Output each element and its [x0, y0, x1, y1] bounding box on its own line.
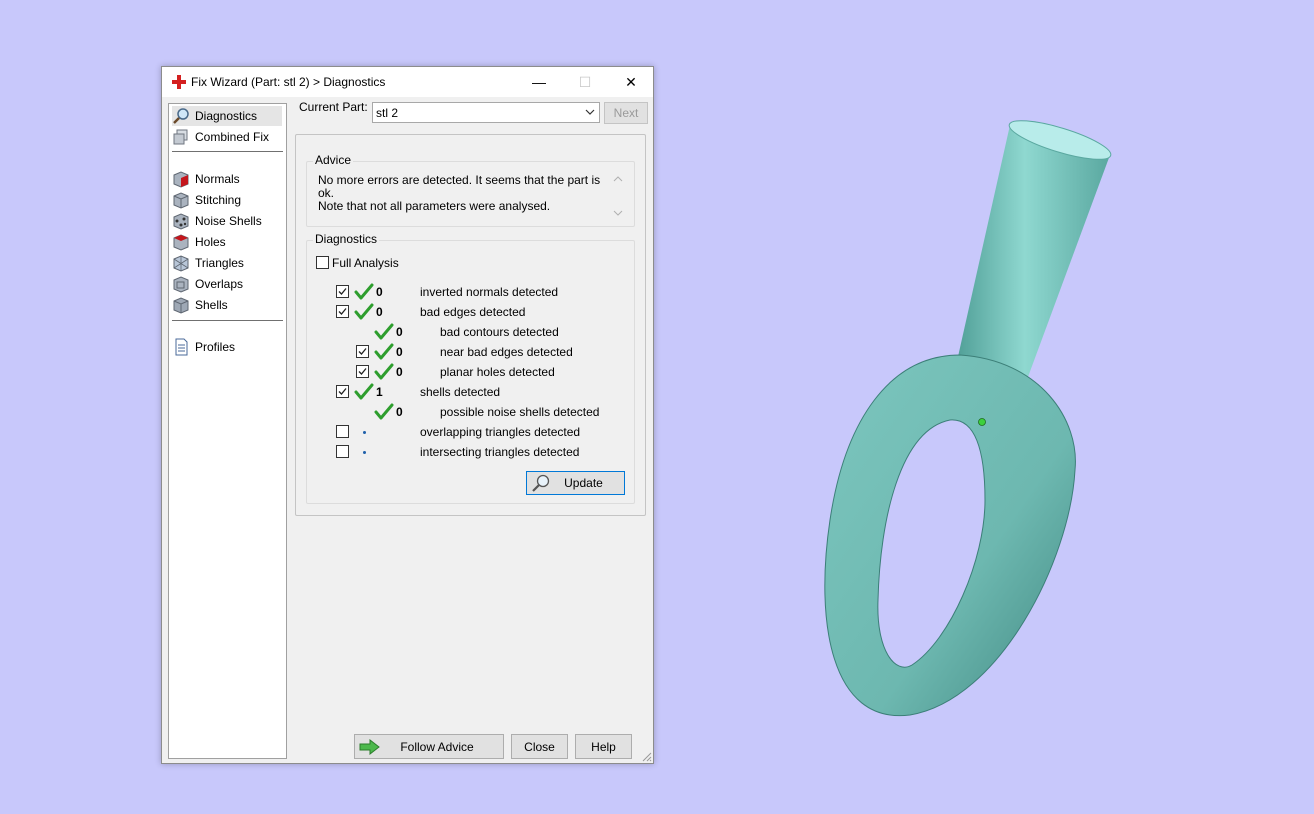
ok-check-icon — [374, 403, 394, 420]
advice-line-2: Note that not all parameters were analys… — [318, 199, 551, 213]
bad-edges-text: bad edges detected — [420, 305, 526, 319]
cube-triangles-icon — [173, 255, 189, 272]
chevron-down-icon — [585, 109, 595, 115]
ok-check-icon — [374, 323, 394, 340]
sidebar-item-label: Overlaps — [195, 277, 244, 291]
magnifier-icon — [173, 108, 189, 124]
full-analysis-checkbox[interactable] — [316, 256, 329, 269]
full-analysis-label: Full Analysis — [332, 256, 399, 270]
magnifier-icon — [532, 474, 550, 492]
planar-holes-count: 0 — [396, 365, 403, 379]
cube-shells-icon — [173, 297, 189, 314]
resize-grip-icon[interactable] — [642, 752, 652, 762]
sidebar-item-noise-shells[interactable]: Noise Shells — [172, 211, 282, 231]
near-bad-edges-text: near bad edges detected — [440, 345, 573, 359]
cube-noise-icon — [173, 213, 189, 230]
overlapping-triangles-text: overlapping triangles detected — [420, 425, 581, 439]
cube-holes-icon — [173, 234, 189, 251]
sidebar-item-label: Shells — [195, 298, 228, 312]
sidebar-separator — [172, 320, 283, 321]
cube-normals-icon — [173, 171, 189, 188]
next-button[interactable]: Next — [604, 102, 648, 124]
sidebar-item-label: Holes — [195, 235, 226, 249]
sidebar-item-stitching[interactable]: Stitching — [172, 190, 282, 210]
ok-check-icon — [374, 343, 394, 360]
near-bad-edges-count: 0 — [396, 345, 403, 359]
minimize-button[interactable]: — — [516, 67, 562, 97]
sidebar-item-label: Noise Shells — [195, 214, 262, 228]
noise-shells-text: possible noise shells detected — [440, 405, 600, 419]
overlapping-triangles-checkbox[interactable] — [336, 425, 349, 438]
planar-holes-text: planar holes detected — [440, 365, 555, 379]
follow-advice-label: Follow Advice — [400, 739, 474, 754]
inverted-normals-checkbox[interactable] — [336, 285, 349, 298]
sidebar-item-triangles[interactable]: Triangles — [172, 253, 282, 273]
intersecting-triangles-text: intersecting triangles detected — [420, 445, 580, 459]
red-cross-icon — [172, 75, 186, 89]
diagnostics-title: Diagnostics — [313, 232, 380, 246]
arrow-right-icon — [359, 739, 380, 755]
noise-shells-count: 0 — [396, 405, 403, 419]
sidebar-item-overlaps[interactable]: Overlaps — [172, 274, 282, 294]
ok-check-icon — [354, 283, 374, 300]
sidebar: Diagnostics Combined Fix Normals Stitchi… — [168, 103, 287, 759]
maximize-button[interactable]: ☐ — [562, 67, 608, 97]
diagnostics-group: Diagnostics Full Analysis 0 inverted nor… — [306, 232, 635, 504]
ok-check-icon — [374, 363, 394, 380]
advice-line-1: No more errors are detected. It seems th… — [318, 173, 601, 200]
inverted-normals-text: inverted normals detected — [420, 285, 559, 299]
document-icon — [175, 338, 188, 356]
sidebar-item-label: Normals — [195, 172, 240, 186]
current-part-value: stl 2 — [376, 106, 399, 120]
current-part-label: Current Part: — [299, 100, 368, 114]
sidebar-item-diagnostics[interactable]: Diagnostics — [172, 106, 282, 126]
sidebar-item-profiles[interactable]: Profiles — [172, 337, 282, 357]
advice-group: Advice No more errors are detected. It s… — [306, 153, 635, 227]
sidebar-item-label: Diagnostics — [195, 109, 258, 123]
advice-scrollbar[interactable] — [610, 172, 626, 220]
sidebar-item-label: Profiles — [195, 340, 236, 354]
update-button[interactable]: Update — [526, 471, 625, 495]
bad-contours-count: 0 — [396, 325, 403, 339]
cube-overlaps-icon — [173, 276, 189, 293]
ok-check-icon — [354, 383, 374, 400]
cube-stack-icon — [173, 129, 188, 145]
shells-count: 1 — [376, 385, 383, 399]
sidebar-item-label: Combined Fix — [195, 130, 270, 144]
intersecting-triangles-checkbox[interactable] — [336, 445, 349, 458]
shells-text: shells detected — [420, 385, 501, 399]
3d-part-model[interactable] — [780, 110, 1140, 730]
shells-checkbox[interactable] — [336, 385, 349, 398]
bad-edges-checkbox[interactable] — [336, 305, 349, 318]
planar-holes-checkbox[interactable] — [356, 365, 369, 378]
sidebar-separator — [172, 151, 283, 152]
cube-stitching-icon — [173, 192, 189, 209]
not-analysed-dot — [363, 451, 366, 454]
follow-advice-button[interactable]: Follow Advice — [354, 734, 504, 759]
close-window-button[interactable]: ✕ — [608, 67, 654, 97]
sidebar-item-label: Triangles — [195, 256, 244, 270]
window-title: Fix Wizard (Part: stl 2) > Diagnostics — [191, 75, 386, 89]
main-panel: Advice No more errors are detected. It s… — [295, 134, 646, 516]
advice-text: No more errors are detected. It seems th… — [318, 174, 603, 213]
sidebar-item-holes[interactable]: Holes — [172, 232, 282, 252]
ok-check-icon — [354, 303, 374, 320]
current-part-select[interactable]: stl 2 — [372, 102, 600, 123]
fix-wizard-window: Fix Wizard (Part: stl 2) > Diagnostics —… — [161, 66, 654, 764]
help-button[interactable]: Help — [575, 734, 632, 759]
not-analysed-dot — [363, 431, 366, 434]
title-bar[interactable]: Fix Wizard (Part: stl 2) > Diagnostics —… — [162, 67, 653, 97]
sidebar-item-normals[interactable]: Normals — [172, 169, 282, 189]
bad-contours-text: bad contours detected — [440, 325, 559, 339]
near-bad-edges-checkbox[interactable] — [356, 345, 369, 358]
bad-edges-count: 0 — [376, 305, 383, 319]
close-button[interactable]: Close — [511, 734, 568, 759]
sidebar-item-shells[interactable]: Shells — [172, 295, 282, 315]
update-label: Update — [564, 476, 603, 490]
inverted-normals-count: 0 — [376, 285, 383, 299]
sidebar-item-label: Stitching — [195, 193, 242, 207]
sidebar-item-combined-fix[interactable]: Combined Fix — [172, 127, 282, 147]
advice-title: Advice — [313, 153, 354, 167]
